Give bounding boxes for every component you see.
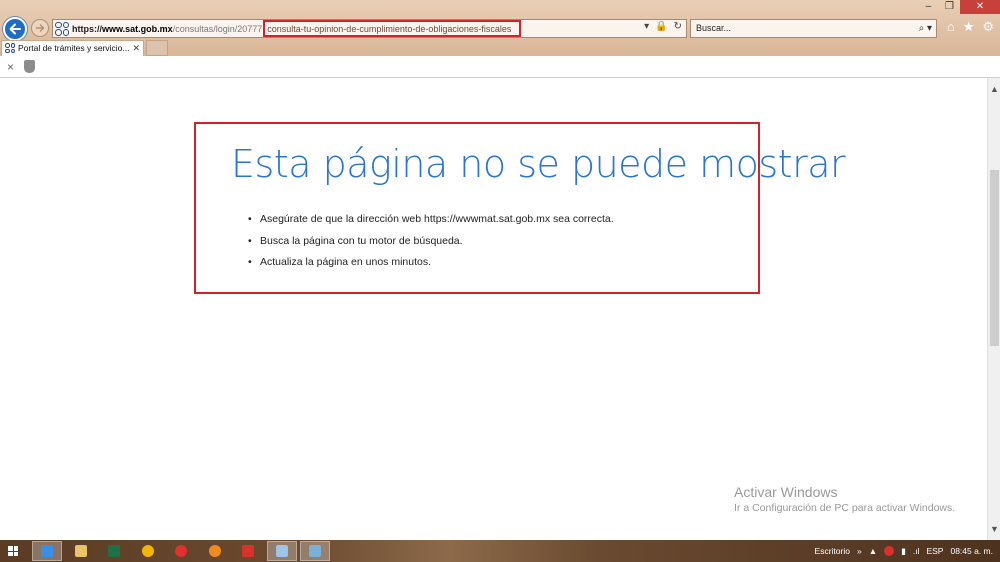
command-bar: × bbox=[0, 56, 1000, 78]
close-window-button[interactable]: ✕ bbox=[960, 0, 1000, 14]
sat-tab-icon bbox=[5, 43, 15, 53]
tab-portal-tramites[interactable]: Portal de trámites y servicio... ✕ bbox=[1, 40, 144, 56]
taskbar: Escritorio » ▲ ▮ .ıl ESP 08:45 a. m. bbox=[0, 540, 1000, 562]
chrome-icon bbox=[141, 545, 154, 557]
dropdown-icon[interactable]: ▾ bbox=[644, 21, 649, 32]
sat-site-icon bbox=[55, 21, 69, 36]
start-windows-icon[interactable] bbox=[8, 546, 18, 556]
address-bar[interactable]: https:// www.sat.gob.mx /consultas/login… bbox=[52, 19, 687, 38]
error-highlight-box: Esta página no se puede mostrar Asegúrat… bbox=[194, 122, 846, 294]
url-domain: www.sat.gob.mx bbox=[102, 23, 173, 34]
scroll-thumb[interactable] bbox=[990, 170, 999, 346]
home-icon[interactable]: ⌂ bbox=[947, 19, 955, 35]
browser-chrome: – ❐ ✕ https:// www.sat.gob.mx /consultas… bbox=[0, 0, 1000, 56]
error-suggestions: Asegúrate de que la dirección web https:… bbox=[248, 212, 614, 277]
page-content: Esta página no se puede mostrar Asegúrat… bbox=[0, 78, 987, 540]
file-explorer-icon bbox=[74, 545, 87, 557]
tab-title: Portal de trámites y servicio... bbox=[18, 43, 130, 53]
address-bar-icons: ▾ 🔒 ↻ bbox=[644, 21, 682, 32]
clock[interactable]: 08:45 a. m. bbox=[950, 546, 993, 556]
window-controls: – ❐ ✕ bbox=[918, 0, 1000, 14]
excel-icon bbox=[108, 545, 120, 557]
taskbar-app-button[interactable] bbox=[200, 541, 230, 561]
lock-icon[interactable]: 🔒 bbox=[655, 21, 667, 32]
taskbar-app-button[interactable] bbox=[266, 541, 297, 561]
taskbar-app-button[interactable] bbox=[166, 541, 196, 561]
watermark-title: Activar Windows bbox=[734, 484, 838, 500]
close-bar-icon[interactable]: × bbox=[7, 60, 14, 74]
gmail-notifier-icon[interactable] bbox=[884, 546, 895, 556]
back-button[interactable] bbox=[3, 17, 27, 41]
firefox-icon bbox=[208, 545, 221, 557]
taskbar-app-button[interactable] bbox=[99, 541, 129, 561]
taskbar-app-button[interactable] bbox=[32, 541, 62, 561]
taskbar-app-button[interactable] bbox=[233, 541, 263, 561]
activate-windows-watermark: Activar Windows Ir a Configuración de PC… bbox=[734, 484, 955, 516]
opera-icon bbox=[175, 545, 187, 557]
minimize-button[interactable]: – bbox=[918, 0, 939, 14]
search-placeholder: Buscar... bbox=[696, 23, 732, 33]
system-tray: Escritorio » ▲ ▮ .ıl ESP 08:45 a. m. bbox=[815, 540, 1000, 562]
toolbar-chevron-icon[interactable]: » bbox=[857, 546, 862, 556]
vertical-scrollbar[interactable]: ▲ ▼ bbox=[987, 78, 1000, 540]
back-arrow-icon bbox=[9, 23, 21, 35]
favorites-star-icon[interactable]: ★ bbox=[963, 19, 975, 35]
taskbar-app-button[interactable] bbox=[66, 541, 96, 561]
url-path: /consultas/login/20777 bbox=[172, 23, 263, 34]
new-tab-button[interactable] bbox=[146, 40, 168, 56]
refresh-icon[interactable]: ↻ bbox=[674, 21, 682, 32]
suggestion-item: Busca la página con tu motor de búsqueda… bbox=[248, 234, 614, 256]
network-app-icon bbox=[309, 545, 321, 557]
search-icon[interactable]: ⌕ ▾ bbox=[919, 20, 932, 37]
taskbar-app-button[interactable] bbox=[133, 541, 163, 561]
desktop-toolbar-label[interactable]: Escritorio bbox=[815, 546, 850, 556]
error-title: Esta página no se puede mostrar bbox=[231, 142, 846, 186]
suggestion-item: Asegúrate de que la dirección web https:… bbox=[248, 212, 614, 234]
language-indicator[interactable]: ESP bbox=[926, 546, 943, 556]
scroll-up-icon[interactable]: ▲ bbox=[988, 84, 1000, 94]
search-box[interactable]: Buscar... ⌕ ▾ bbox=[690, 19, 937, 38]
tab-strip: Portal de trámites y servicio... ✕ bbox=[0, 40, 1000, 56]
watermark-subtitle: Ir a Configuración de PC para activar Wi… bbox=[734, 502, 956, 514]
battery-icon[interactable]: ▮ bbox=[901, 546, 906, 557]
tab-close-icon[interactable]: ✕ bbox=[132, 41, 140, 55]
settings-gear-icon[interactable]: ⚙ bbox=[982, 19, 994, 35]
internet-explorer-icon bbox=[41, 545, 53, 557]
shield-icon[interactable] bbox=[24, 60, 35, 73]
right-toolbar: ⌂ ★ ⚙ bbox=[947, 19, 994, 35]
notepad-icon bbox=[275, 545, 288, 557]
vivaldi-icon bbox=[242, 545, 254, 557]
taskbar-app-button[interactable] bbox=[300, 541, 330, 561]
forward-arrow-icon bbox=[35, 24, 45, 32]
signal-icon[interactable]: .ıl bbox=[913, 546, 920, 556]
suggestion-item: Actualiza la página en unos minutos. bbox=[248, 255, 614, 277]
url-highlighted-segment: consulta-tu-opinion-de-cumplimiento-de-o… bbox=[263, 20, 522, 37]
scroll-down-icon[interactable]: ▼ bbox=[988, 524, 1000, 534]
url-protocol: https:// bbox=[72, 23, 102, 34]
restore-button[interactable]: ❐ bbox=[939, 0, 960, 14]
show-hidden-icons-icon[interactable]: ▲ bbox=[869, 546, 877, 556]
forward-button[interactable] bbox=[31, 19, 49, 37]
